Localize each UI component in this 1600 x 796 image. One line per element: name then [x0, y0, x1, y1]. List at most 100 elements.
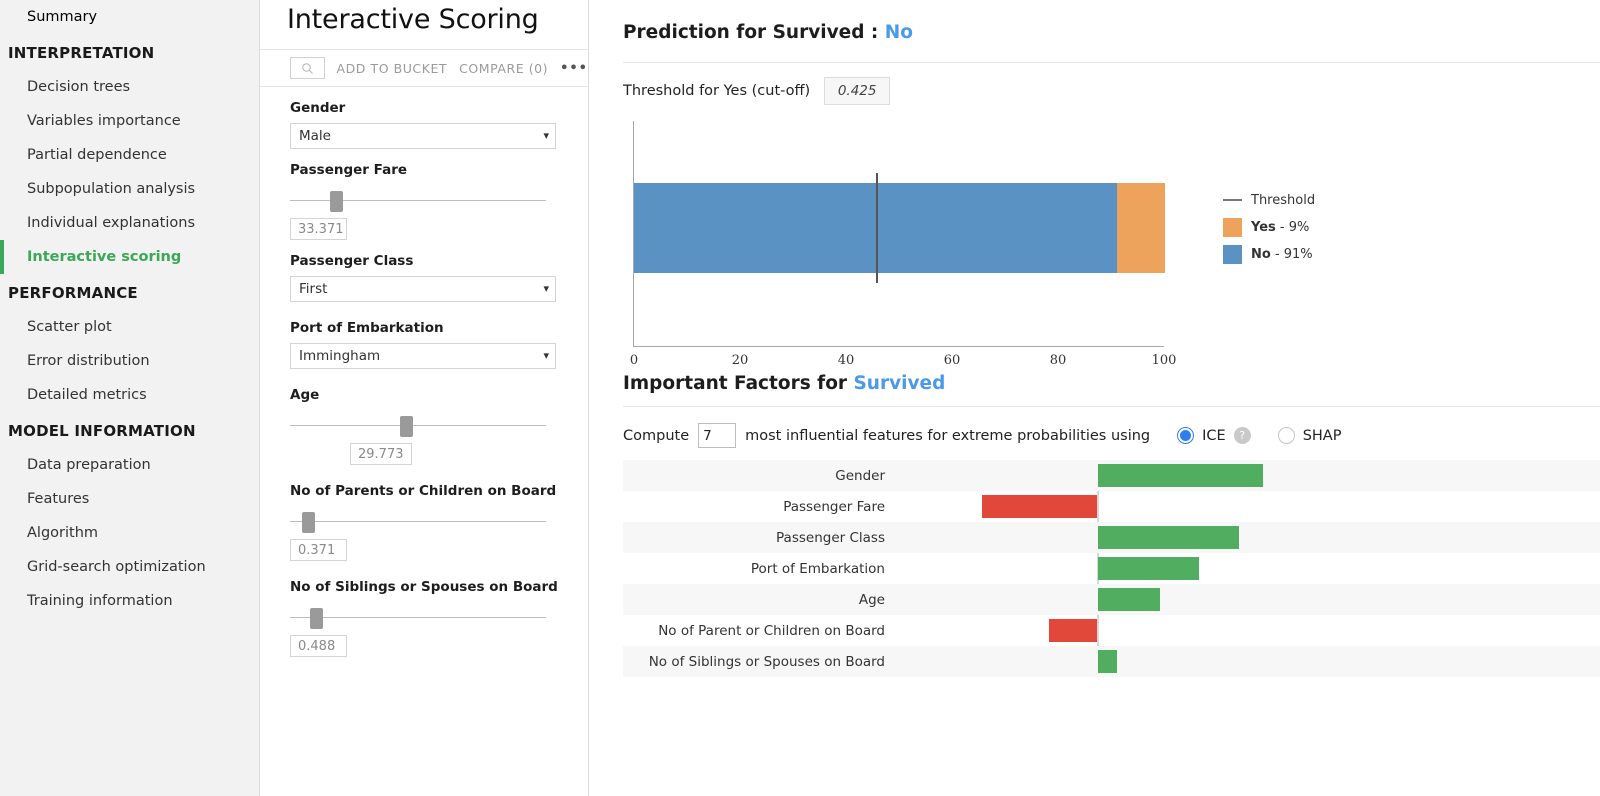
sidebar-item-training-information[interactable]: Training information	[0, 584, 259, 618]
sidebar-item-interactive-scoring[interactable]: Interactive scoring	[0, 240, 259, 274]
legend-label: Yes - 9%	[1251, 220, 1309, 235]
port-of-embarkation-select-wrap: Immingham ▾	[290, 343, 558, 369]
sidebar-section-interpretation: INTERPRETATION	[0, 34, 259, 70]
form-fields: Gender Male ▾ Passenger Fare 33.371 Pass…	[260, 100, 588, 657]
slider-track	[290, 425, 546, 426]
factor-label: Passenger Fare	[623, 491, 893, 522]
parents-children-slider[interactable]	[290, 507, 558, 537]
factor-bar[interactable]	[1098, 464, 1263, 487]
sidebar-section-performance: PERFORMANCE	[0, 274, 259, 310]
sidebar-item-algorithm[interactable]: Algorithm	[0, 516, 259, 550]
table-row[interactable]: Passenger Class	[623, 522, 1600, 553]
radio-ice[interactable]	[1177, 427, 1194, 444]
slider-thumb[interactable]	[310, 608, 323, 629]
compare-button[interactable]: COMPARE (0)	[459, 61, 548, 76]
field-label-parents-children: No of Parents or Children on Board	[290, 483, 558, 499]
factor-label: Port of Embarkation	[623, 553, 893, 584]
factor-label: No of Siblings or Spouses on Board	[623, 646, 893, 677]
sidebar-item-detailed-metrics[interactable]: Detailed metrics	[0, 378, 259, 412]
legend-label-yes: Yes	[1251, 220, 1276, 235]
siblings-spouses-value[interactable]: 0.488	[290, 635, 347, 657]
radio-shap[interactable]	[1278, 427, 1295, 444]
legend-label: Threshold	[1251, 193, 1315, 208]
compute-controls: Compute most influential features for ex…	[589, 407, 1600, 448]
slider-track	[290, 521, 546, 522]
sidebar-section-model-information: MODEL INFORMATION	[0, 412, 259, 448]
threshold-label: Threshold for Yes (cut-off)	[623, 83, 810, 99]
factor-bar[interactable]	[1098, 526, 1239, 549]
sidebar-item-partial-dependence[interactable]: Partial dependence	[0, 138, 259, 172]
field-label-gender: Gender	[290, 100, 558, 116]
slider-thumb[interactable]	[302, 512, 315, 533]
legend-item-yes: Yes - 9%	[1223, 218, 1315, 236]
slider-thumb[interactable]	[330, 191, 343, 212]
prediction-header: Prediction for Survived : No EXPORT SIMU…	[589, 0, 1600, 50]
gender-select[interactable]: Male	[290, 123, 556, 149]
x-tick-80: 80	[1050, 353, 1067, 368]
parents-children-value[interactable]: 0.371	[290, 539, 347, 561]
table-row[interactable]: Age	[623, 584, 1600, 615]
sidebar-item-scatter-plot[interactable]: Scatter plot	[0, 310, 259, 344]
bar-segment-yes[interactable]	[1117, 183, 1165, 273]
port-of-embarkation-select[interactable]: Immingham	[290, 343, 556, 369]
sidebar-item-subpopulation-analysis[interactable]: Subpopulation analysis	[0, 172, 259, 206]
threshold-row: Threshold for Yes (cut-off) 0.425	[589, 63, 1600, 105]
method-ice-option[interactable]: ICE ?	[1177, 427, 1251, 444]
sidebar-item-decision-trees[interactable]: Decision trees	[0, 70, 259, 104]
age-value[interactable]: 29.773	[350, 443, 412, 465]
x-tick-60: 60	[944, 353, 961, 368]
prediction-title: Prediction for Survived : No	[623, 22, 913, 43]
legend-label: No - 91%	[1251, 247, 1313, 262]
passenger-fare-slider[interactable]	[290, 186, 558, 216]
sidebar-item-individual-explanations[interactable]: Individual explanations	[0, 206, 259, 240]
table-row[interactable]: Gender	[623, 460, 1600, 491]
slider-thumb[interactable]	[400, 416, 413, 437]
passenger-class-select-wrap: First ▾	[290, 276, 558, 302]
sidebar-item-variables-importance[interactable]: Variables importance	[0, 104, 259, 138]
siblings-spouses-slider[interactable]	[290, 603, 558, 633]
radio-label-ice: ICE	[1202, 428, 1226, 444]
passenger-fare-value[interactable]: 33.371	[290, 218, 347, 240]
method-shap-option[interactable]: SHAP	[1278, 427, 1342, 444]
important-factors-title: Important Factors for Survived	[589, 373, 1600, 394]
sidebar-item-grid-search-optimization[interactable]: Grid-search optimization	[0, 550, 259, 584]
field-label-age: Age	[290, 387, 558, 403]
table-row[interactable]: Passenger Fare	[623, 491, 1600, 522]
prediction-title-text: Prediction for Survived :	[623, 22, 885, 43]
table-row[interactable]: No of Parent or Children on Board	[623, 615, 1600, 646]
factor-bar[interactable]	[982, 495, 1097, 518]
factor-bar[interactable]	[1098, 588, 1160, 611]
age-slider[interactable]	[290, 411, 558, 441]
factor-bar[interactable]	[1049, 619, 1097, 642]
search-icon	[301, 62, 314, 75]
help-icon[interactable]: ?	[1234, 427, 1251, 444]
legend-line-icon	[1223, 199, 1242, 201]
passenger-class-select[interactable]: First	[290, 276, 556, 302]
chart-legend: Threshold Yes - 9% No - 91%	[1223, 191, 1315, 272]
field-label-port-of-embarkation: Port of Embarkation	[290, 320, 558, 336]
factor-label: Age	[623, 584, 893, 615]
factor-label: No of Parent or Children on Board	[623, 615, 893, 646]
more-options-button[interactable]: •••	[560, 61, 588, 76]
x-tick-20: 20	[732, 353, 749, 368]
field-label-passenger-class: Passenger Class	[290, 253, 558, 269]
x-tick-0: 0	[630, 353, 638, 368]
threshold-value[interactable]: 0.425	[824, 77, 890, 105]
sidebar-item-summary[interactable]: Summary	[0, 0, 259, 34]
factor-bar[interactable]	[1098, 557, 1199, 580]
prediction-value: No	[885, 22, 913, 43]
table-row[interactable]: Port of Embarkation	[623, 553, 1600, 584]
sidebar-item-data-preparation[interactable]: Data preparation	[0, 448, 259, 482]
sidebar-item-error-distribution[interactable]: Error distribution	[0, 344, 259, 378]
sidebar-item-features[interactable]: Features	[0, 482, 259, 516]
scoring-form-panel: Interactive Scoring ADD TO BUCKET COMPAR…	[260, 0, 589, 796]
compute-suffix-label: most influential features for extreme pr…	[745, 428, 1150, 444]
form-toolbar: ADD TO BUCKET COMPARE (0) •••	[260, 49, 588, 87]
slider-track	[290, 200, 546, 201]
app-root: Summary INTERPRETATION Decision trees Va…	[0, 0, 1600, 796]
compute-count-input[interactable]	[698, 423, 736, 448]
add-to-bucket-button[interactable]: ADD TO BUCKET	[337, 61, 448, 76]
table-row[interactable]: No of Siblings or Spouses on Board	[623, 646, 1600, 677]
search-input[interactable]	[290, 57, 325, 79]
factor-bar[interactable]	[1098, 650, 1117, 673]
